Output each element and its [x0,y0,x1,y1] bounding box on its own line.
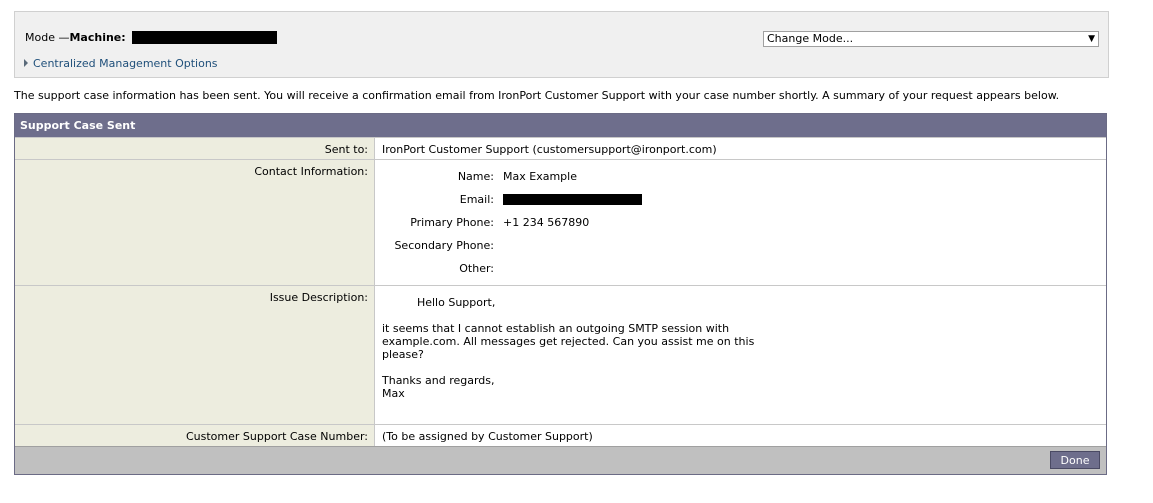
centralized-management-label: Centralized Management Options [33,57,218,70]
contact-email-value [503,193,642,206]
contact-primary-phone-value: +1 234 567890 [503,216,590,229]
contact-name-label: Name: [457,170,494,183]
machine-label: Machine: [69,31,126,44]
row-case-number: Customer Support Case Number: (To be ass… [15,424,1106,447]
contact-primary-phone-label: Primary Phone: [410,216,494,229]
email-redacted [503,193,642,205]
contact-email-label: Email: [459,193,494,206]
issue-description-text: Hello Support, it seems that I cannot es… [382,296,755,400]
sent-to-label: Sent to: [15,138,375,160]
support-case-panel: Support Case Sent Sent to: IronPort Cust… [14,113,1107,475]
mode-line: Mode —Machine: [25,30,278,45]
contact-name-value: Max Example [503,170,577,183]
mode-bar: Mode —Machine: Centralized Management Op… [14,11,1109,78]
sent-to-value: IronPort Customer Support (customersuppo… [382,143,717,156]
done-button[interactable]: Done [1050,451,1100,469]
change-mode-select[interactable]: Change Mode... ▼ [763,31,1099,47]
mode-label: Mode — [25,31,70,44]
centralized-management-link[interactable]: Centralized Management Options [24,57,218,70]
contact-secondary-phone-label: Secondary Phone: [394,239,494,252]
confirmation-message: The support case information has been se… [14,89,1060,102]
row-sent-to: Sent to: IronPort Customer Support (cust… [15,137,1106,160]
panel-footer: Done [15,446,1106,474]
row-issue-description: Issue Description: Hello Support, it see… [15,285,1106,425]
contact-other-label: Other: [459,262,494,275]
chevron-down-icon: ▼ [1088,34,1095,44]
machine-name-redacted [132,30,278,44]
row-contact-information: Contact Information: Name: Max Example E… [15,159,1106,286]
expand-triangle-icon [24,59,28,67]
change-mode-value: Change Mode... [767,32,854,45]
contact-information-label: Contact Information: [15,160,375,286]
case-number-label: Customer Support Case Number: [15,425,375,447]
issue-description-label: Issue Description: [15,286,375,425]
panel-title: Support Case Sent [15,114,1106,138]
case-number-value: (To be assigned by Customer Support) [382,430,593,443]
